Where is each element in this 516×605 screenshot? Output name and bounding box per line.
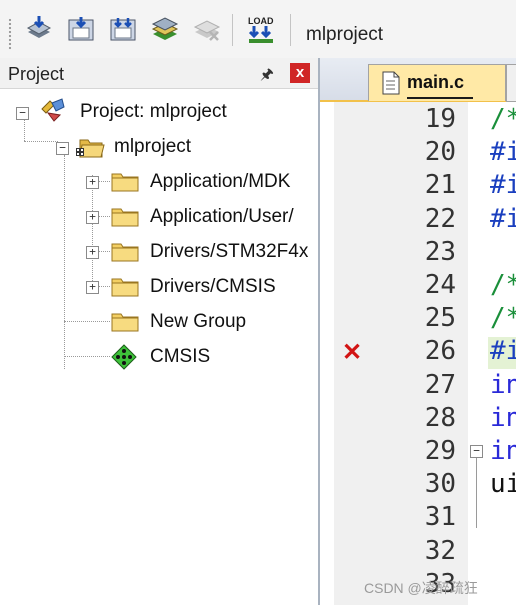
line-number: 24 bbox=[424, 270, 456, 300]
code-line[interactable]: /* bbox=[490, 303, 516, 333]
line-number: 19 bbox=[424, 104, 456, 134]
stack-icon[interactable] bbox=[150, 14, 180, 44]
tab-label: main.c bbox=[407, 72, 465, 92]
fold-column bbox=[468, 102, 488, 605]
tree-item-group[interactable]: + Application/MDK bbox=[0, 167, 318, 197]
toolbar-separator bbox=[232, 14, 233, 46]
group-label: Drivers/CMSIS bbox=[150, 276, 276, 297]
line-number: 31 bbox=[424, 502, 456, 533]
toolbar: LOAD mlproject bbox=[0, 0, 516, 59]
project-panel: Project 🖈 x − Project: mlproject − mlpro… bbox=[0, 58, 320, 605]
line-number: 28 bbox=[424, 402, 456, 433]
svg-text:LOAD: LOAD bbox=[248, 16, 274, 26]
tree-item-target[interactable]: − mlproject bbox=[0, 132, 318, 162]
folder-icon bbox=[110, 309, 140, 338]
collapse-icon[interactable]: − bbox=[16, 107, 29, 120]
line-number: 23 bbox=[424, 236, 456, 267]
tab-main-c[interactable]: main.c bbox=[368, 64, 506, 101]
code-line[interactable]: /* bbox=[490, 270, 516, 300]
group-label: Application/MDK bbox=[150, 171, 291, 192]
code-line[interactable]: ui bbox=[490, 469, 516, 499]
tree-item-component[interactable]: CMSIS bbox=[0, 342, 318, 372]
editor-tabstrip: main.c bbox=[320, 58, 516, 102]
disabled-stack-icon bbox=[192, 14, 222, 44]
file-icon bbox=[381, 71, 401, 100]
download-icon[interactable] bbox=[24, 14, 54, 44]
collapse-icon[interactable]: − bbox=[56, 142, 69, 155]
project-root-label: Project: mlproject bbox=[80, 101, 227, 122]
code-line[interactable]: in bbox=[490, 436, 516, 466]
project-panel-header: Project 🖈 x bbox=[0, 58, 318, 89]
folder-icon bbox=[110, 239, 140, 268]
tab-underline bbox=[407, 97, 473, 99]
watermark: CSDN @凌醉疏狂 bbox=[364, 580, 478, 596]
toolbar-grip[interactable] bbox=[8, 18, 12, 50]
project-root-icon bbox=[38, 97, 70, 130]
editor: main.c 19/*20#i21#i22#i2324/*25/*✕26#i27… bbox=[320, 58, 516, 605]
close-panel-button[interactable]: x bbox=[290, 63, 310, 83]
cmsis-component-icon bbox=[110, 343, 138, 376]
expand-icon[interactable]: + bbox=[86, 211, 99, 224]
group-label: Application/User/ bbox=[150, 206, 294, 227]
tree-item-group[interactable]: + Application/User/ bbox=[0, 202, 318, 232]
code-line[interactable]: /* bbox=[490, 104, 516, 134]
code-line[interactable]: #i bbox=[490, 336, 516, 366]
tree-item-project-root[interactable]: − Project: mlproject bbox=[0, 97, 318, 127]
folder-icon bbox=[110, 204, 140, 233]
tree-item-group[interactable]: + Drivers/CMSIS bbox=[0, 272, 318, 302]
tab-next[interactable] bbox=[506, 64, 516, 102]
project-panel-title: Project bbox=[8, 64, 65, 84]
component-label: CMSIS bbox=[150, 346, 211, 367]
project-tree: − Project: mlproject − mlproject + Appli… bbox=[0, 89, 318, 604]
line-number: 29 bbox=[424, 436, 456, 466]
line-number: 20 bbox=[424, 137, 456, 168]
code-line[interactable]: #i bbox=[490, 137, 516, 167]
batch-build-icon[interactable] bbox=[108, 14, 138, 44]
pin-icon[interactable]: 🖈 bbox=[260, 64, 274, 89]
line-number: 26 bbox=[424, 336, 456, 367]
target-folder-icon bbox=[74, 134, 106, 165]
code-line[interactable]: in bbox=[490, 403, 516, 433]
group-label: Drivers/STM32F4x bbox=[150, 241, 309, 262]
folder-icon bbox=[110, 169, 140, 198]
expand-icon[interactable]: + bbox=[86, 246, 99, 259]
toolbar-separator bbox=[290, 14, 291, 46]
tree-item-group[interactable]: New Group bbox=[0, 307, 318, 337]
group-label: New Group bbox=[150, 311, 247, 332]
code-line[interactable]: #i bbox=[490, 170, 516, 200]
line-number: 21 bbox=[424, 170, 456, 201]
tree-item-group[interactable]: + Drivers/STM32F4x bbox=[0, 237, 318, 267]
save-all-icon[interactable] bbox=[66, 14, 96, 44]
code-line[interactable]: in bbox=[490, 370, 516, 400]
fold-toggle-icon[interactable]: − bbox=[470, 445, 483, 458]
line-number: 22 bbox=[424, 203, 456, 234]
line-number: 30 bbox=[424, 469, 456, 500]
expand-icon[interactable]: + bbox=[86, 281, 99, 294]
load-icon[interactable]: LOAD bbox=[246, 14, 276, 44]
folder-icon bbox=[110, 274, 140, 303]
line-number: 32 bbox=[424, 535, 456, 566]
target-label: mlproject bbox=[114, 136, 192, 157]
line-number: 27 bbox=[424, 369, 456, 400]
target-select[interactable]: mlproject bbox=[306, 24, 383, 46]
code-line[interactable]: #i bbox=[490, 204, 516, 234]
line-number: 25 bbox=[424, 303, 456, 334]
expand-icon[interactable]: + bbox=[86, 176, 99, 189]
